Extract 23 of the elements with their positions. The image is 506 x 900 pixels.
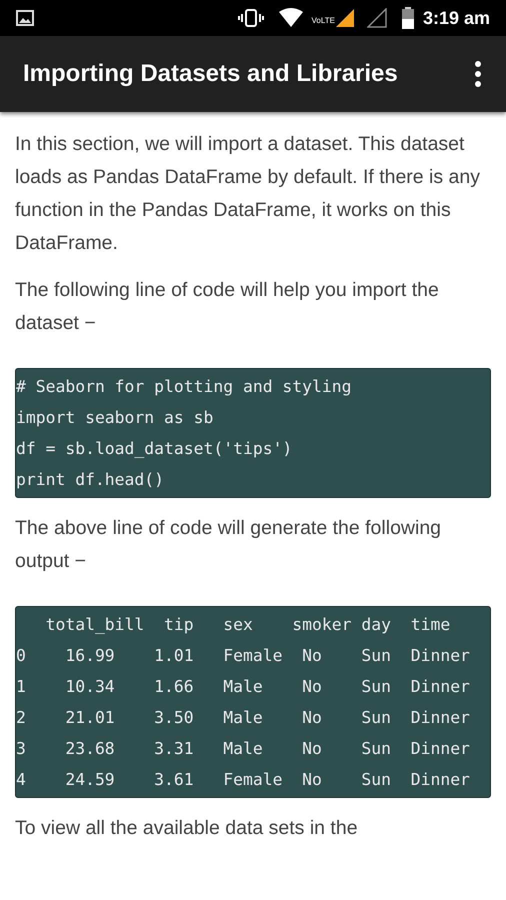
paragraph: To view all the available data sets in the xyxy=(15,816,359,841)
app-bar-title: Importing Datasets and Libraries xyxy=(23,59,399,89)
image-icon xyxy=(16,10,34,26)
code-line: 3 23.68 3.31 Male No Sun Dinner xyxy=(16,738,471,760)
code-line: 1 10.34 1.66 Male No Sun Dinner xyxy=(16,676,471,698)
battery-icon xyxy=(400,7,415,29)
code-line: # Seaborn for plotting and styling xyxy=(16,376,353,398)
code-line: print df.head() xyxy=(16,469,166,491)
signal-icon xyxy=(334,8,355,28)
paragraph: In this section, we will import a dataset. This dataset loads as Pandas DataFrame by default. If there is any function in the Pandas DataFrame, it works on this DataFrame. xyxy=(15,132,482,256)
paragraph: The following line of code will help you import the dataset − xyxy=(15,278,440,336)
paragraph: The above line of code will generate the following output − xyxy=(15,516,442,574)
vibrate-icon xyxy=(238,9,264,27)
code-line: df = sb.load_dataset('tips') xyxy=(16,438,294,460)
code-line: 2 21.01 3.50 Male No Sun Dinner xyxy=(16,707,471,729)
signal-icon xyxy=(366,8,387,28)
clock: 3:19 am xyxy=(422,6,490,30)
code-line: total_bill tip sex smoker day time xyxy=(44,614,452,636)
code-line: import seaborn as sb xyxy=(16,407,214,429)
wifi-icon xyxy=(278,8,304,28)
code-line: 0 16.99 1.01 Female No Sun Dinner xyxy=(16,645,471,667)
code-line: 4 24.59 3.61 Female No Sun Dinner xyxy=(16,769,471,791)
network-label: VoLTE xyxy=(312,15,335,27)
